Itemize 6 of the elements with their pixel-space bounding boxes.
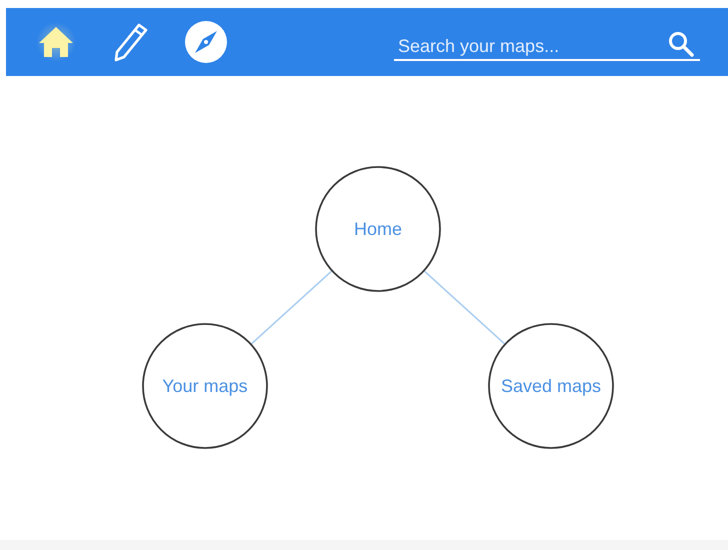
map-node[interactable]: Saved maps	[488, 323, 614, 449]
search-field[interactable]: Search your maps...	[394, 33, 664, 61]
compass-icon[interactable]	[184, 20, 228, 64]
search-icon[interactable]	[664, 31, 700, 61]
map-node[interactable]: Your maps	[142, 323, 268, 449]
map-node[interactable]: Home	[315, 166, 441, 292]
